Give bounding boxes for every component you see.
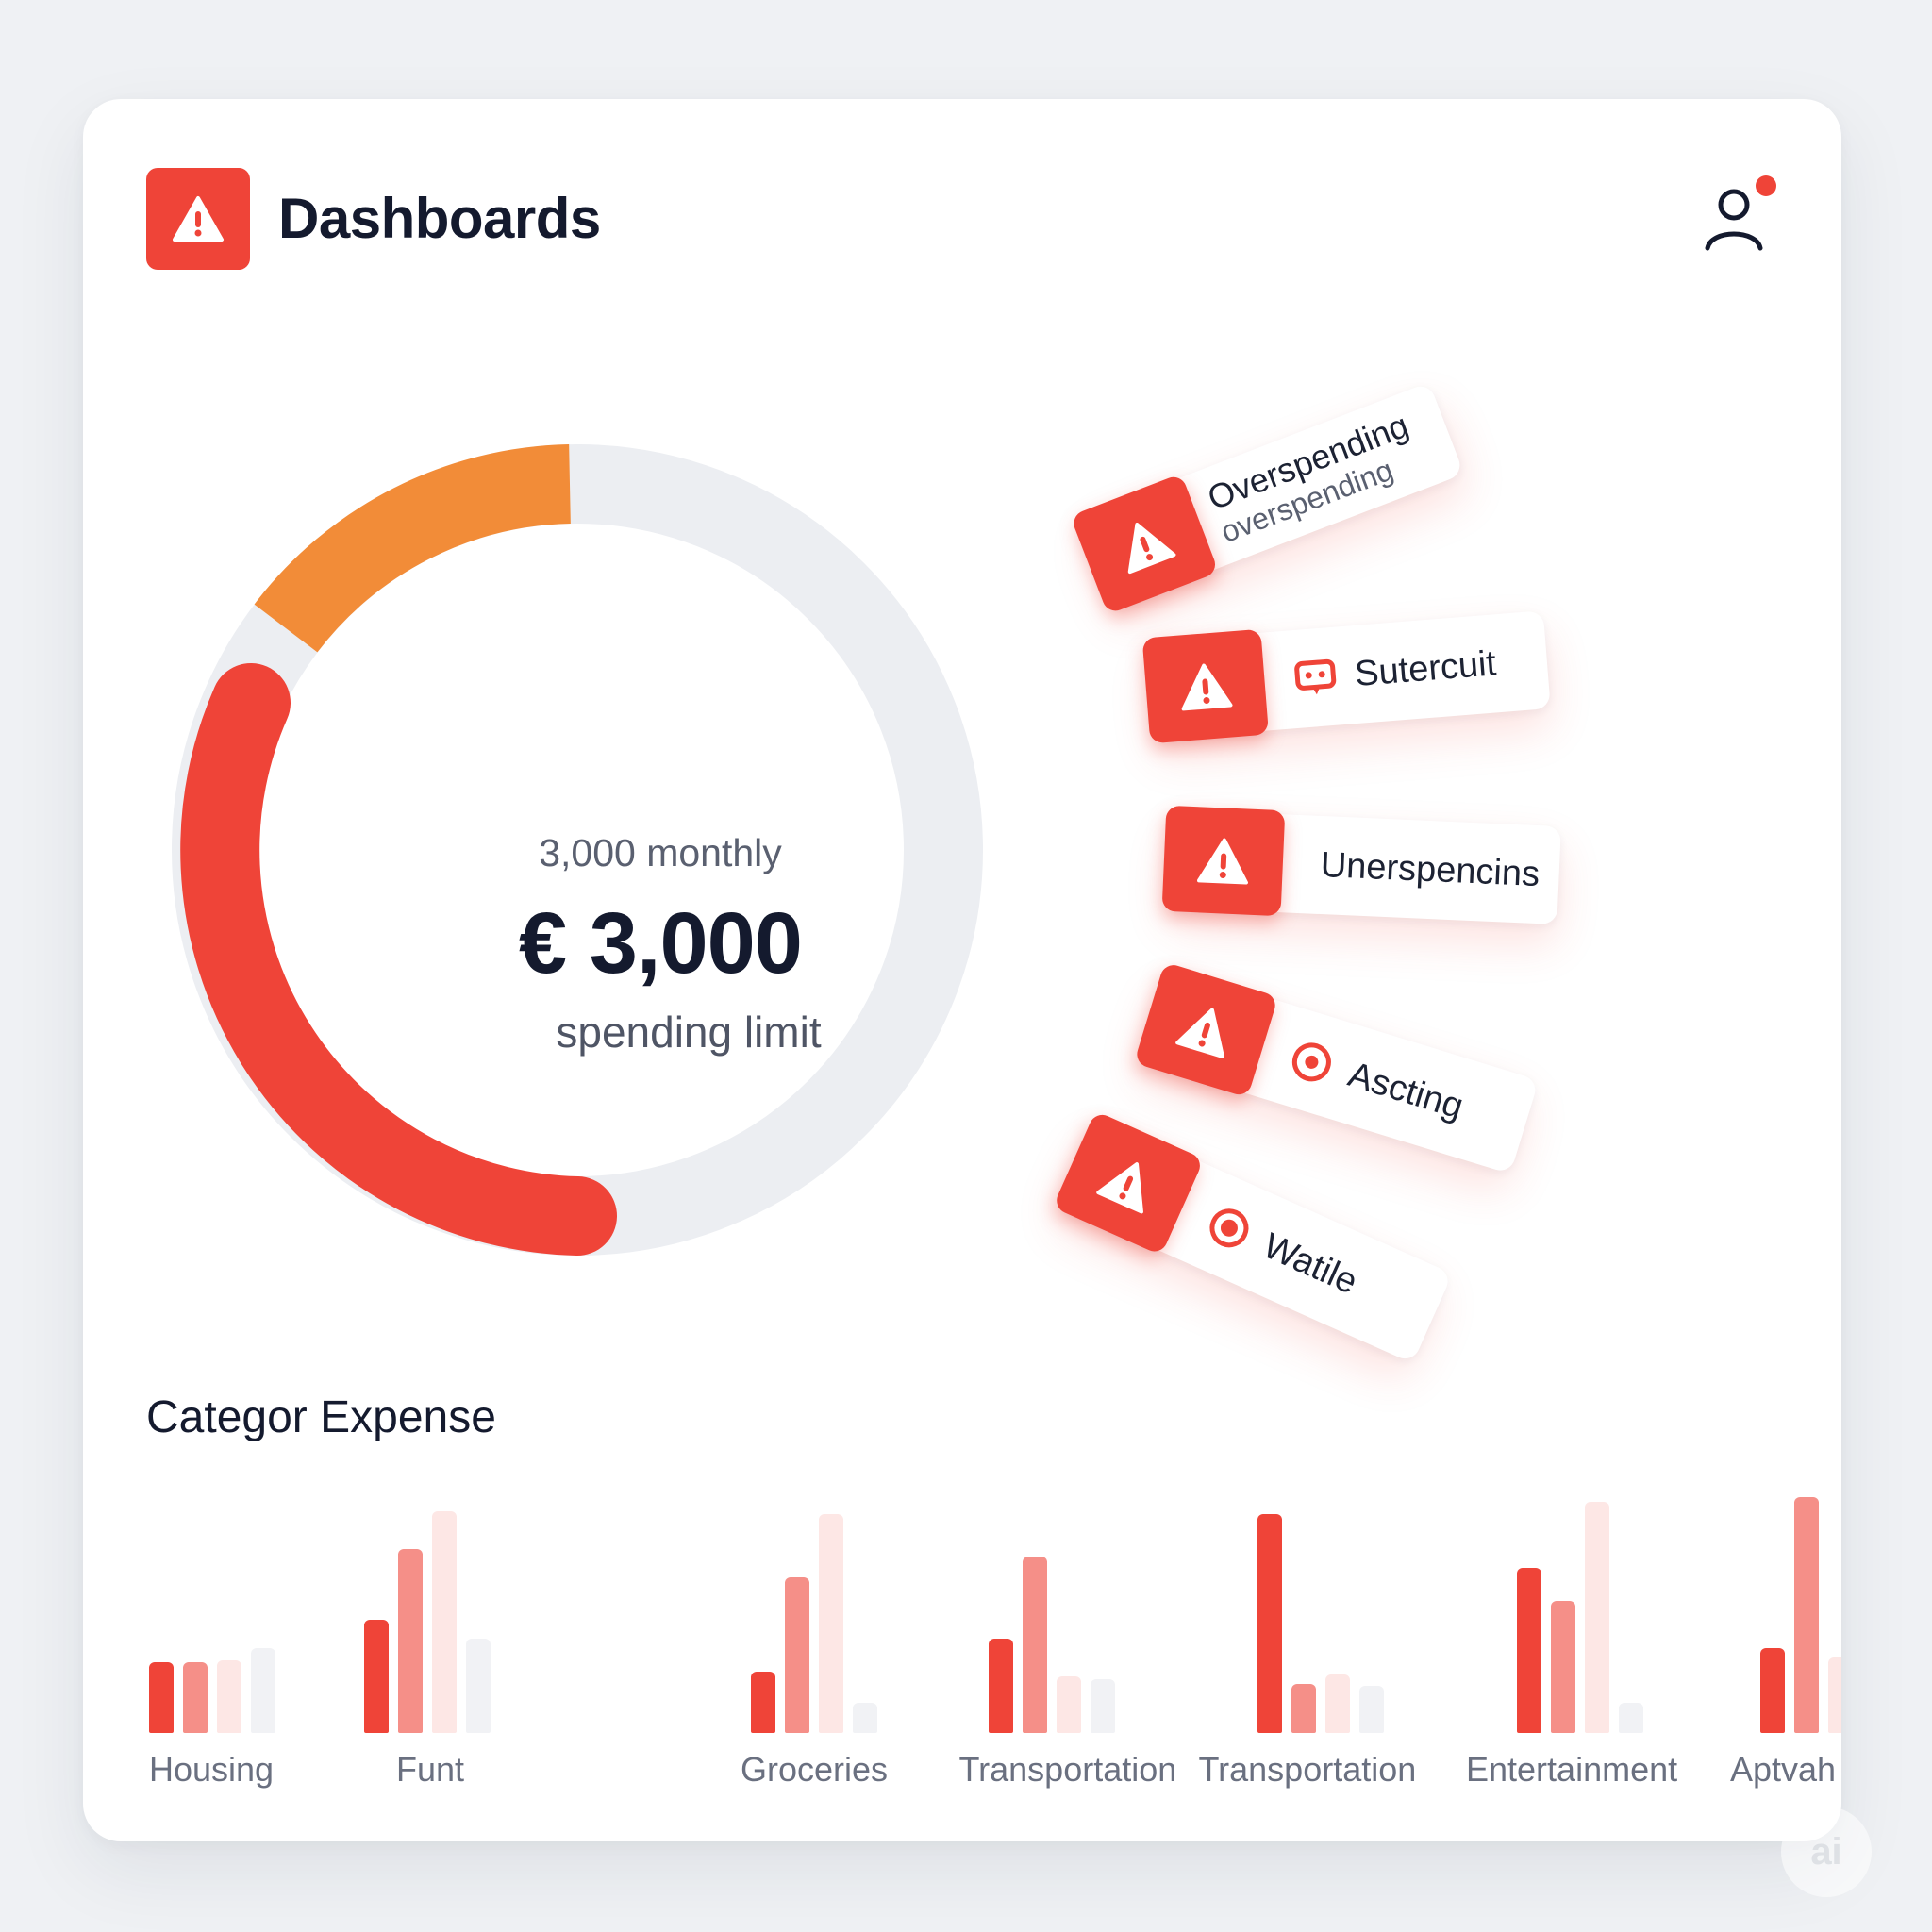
alert-badge [1141,628,1270,744]
x-axis-label: Aptvah [1730,1750,1837,1789]
bar-transportation-3[interactable] [1091,1678,1115,1733]
bar-funt-2[interactable] [432,1511,457,1733]
alert-sutercuit[interactable]: Sutercuit [1141,610,1551,744]
bar-entertainment-0[interactable] [1517,1568,1541,1733]
record-icon [1209,1208,1249,1248]
bar-groceries-3[interactable] [853,1702,877,1733]
warning-icon [1096,1162,1143,1214]
watermark: ai [1781,1807,1872,1897]
alert-badge [1052,1110,1205,1256]
bar-entertainment-1[interactable] [1551,1601,1575,1733]
x-axis-label: Funt [396,1750,465,1789]
bar-transportation-2[interactable] [1325,1674,1350,1733]
alert-watile[interactable]: Watile [1052,1110,1453,1364]
bar-aptvah-1[interactable] [1794,1497,1819,1733]
bar-entertainment-3[interactable] [1619,1702,1643,1733]
alert-label: Watile [1257,1225,1364,1302]
page-title: Dashboards [278,187,601,250]
x-axis-label: Transportation [1198,1750,1417,1789]
alert-ascting[interactable]: Ascting [1133,961,1540,1174]
monthly-label: 3,000 monthly [539,831,782,874]
bar-entertainment-2[interactable] [1585,1502,1609,1733]
bar-transportation-3[interactable] [1359,1686,1384,1733]
bar-funt-3[interactable] [466,1639,491,1733]
bar-aptvah-0[interactable] [1760,1648,1785,1733]
alert-label: Unerspencins [1319,844,1541,894]
bar-transportation-0[interactable] [989,1639,1013,1733]
warning-icon [1181,663,1233,711]
bar-housing-3[interactable] [251,1648,275,1733]
alert-label: Sutercuit [1353,642,1498,694]
bar-transportation-0[interactable] [1257,1513,1282,1733]
bar-funt-0[interactable] [364,1620,389,1733]
bar-funt-1[interactable] [398,1549,423,1733]
bar-housing-2[interactable] [217,1659,242,1733]
donut-segment-orange[interactable] [254,444,572,653]
alert-overspending[interactable]: Overspending overspending [1070,382,1465,615]
bar-transportation-1[interactable] [1291,1683,1316,1733]
dashboard-card: Dashboards 3,000 monthly € 3,000 spendin… [83,99,1841,1841]
target-icon [1291,1042,1331,1082]
category-expense-chart: Housing Funt Groceries Transportation Transp… [83,99,1841,1841]
alert-badge [1070,473,1220,615]
warning-icon [1127,523,1176,575]
bar-groceries-0[interactable] [751,1672,775,1733]
bar-housing-1[interactable] [183,1662,208,1733]
bar-aptvah-2[interactable] [1828,1657,1841,1733]
x-axis-label: Housing [149,1750,275,1789]
x-axis-label: Groceries [741,1750,889,1789]
bar-transportation-2[interactable] [1057,1676,1081,1733]
alert-badge [1133,961,1279,1098]
warning-icon [1197,838,1248,885]
budget-amount: € 3,000 [519,895,803,991]
bar-transportation-1[interactable] [1023,1556,1047,1733]
x-axis-label: Transportation [958,1750,1177,1789]
alert-label: Ascting [1343,1054,1469,1127]
bar-groceries-1[interactable] [785,1577,809,1733]
x-axis-label: Entertainment [1466,1750,1678,1789]
category-expense-title: Categor Expense [146,1392,496,1442]
chat-bubble-icon [1294,658,1337,695]
warning-icon [173,196,224,242]
bar-housing-0[interactable] [149,1662,174,1733]
spending-limit-caption: spending limit [556,1008,822,1057]
warning-icon [1175,1008,1224,1059]
alert-badge [1161,805,1286,917]
budget-donut [172,444,983,1256]
alert-unerspencins[interactable]: Unerspencins [1161,805,1561,924]
bar-groceries-2[interactable] [819,1513,843,1733]
notification-dot [1756,175,1776,196]
app-logo[interactable] [146,168,250,270]
